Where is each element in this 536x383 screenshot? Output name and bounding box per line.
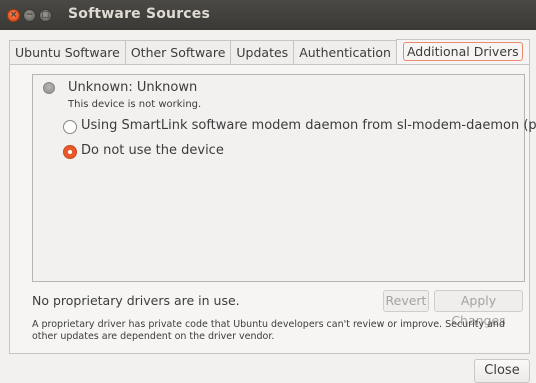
window-minimize-icon[interactable]: −	[23, 9, 36, 22]
tab-bar: Ubuntu Software Other Software Updates A…	[9, 39, 530, 65]
radio-sl-modem-daemon[interactable]	[63, 120, 77, 134]
radio-do-not-use[interactable]	[63, 145, 77, 159]
close-button[interactable]: Close	[474, 359, 530, 383]
device-name: Unknown: Unknown	[68, 80, 198, 95]
software-sources-window: × − □ Software Sources Ubuntu Software O…	[0, 0, 536, 383]
drivers-status-text: No proprietary drivers are in use.	[32, 293, 240, 308]
title-bar[interactable]: × − □ Software Sources	[0, 0, 536, 30]
radio-sl-modem-daemon-label[interactable]: Using SmartLink software modem daemon fr…	[81, 118, 536, 133]
radio-do-not-use-label[interactable]: Do not use the device	[81, 143, 224, 158]
driver-list[interactable]: Unknown: Unknown This device is not work…	[32, 74, 536, 282]
tab-other-software[interactable]: Other Software	[124, 40, 231, 64]
device-status-icon	[43, 82, 55, 94]
device-status: This device is not working.	[68, 99, 202, 110]
tab-additional-drivers-label: Additional Drivers	[402, 42, 523, 61]
apply-changes-button[interactable]: Apply Changes	[434, 290, 523, 328]
tab-authentication[interactable]: Authentication	[293, 40, 396, 64]
tab-updates[interactable]: Updates	[230, 40, 294, 64]
window-maximize-icon[interactable]: □	[39, 9, 52, 22]
tab-additional-drivers[interactable]: Additional Drivers	[395, 39, 530, 64]
window-title: Software Sources	[68, 6, 211, 22]
window-close-icon[interactable]: ×	[7, 9, 20, 22]
tab-ubuntu-software[interactable]: Ubuntu Software	[9, 40, 125, 64]
proprietary-driver-note: A proprietary driver has private code th…	[32, 319, 505, 342]
revert-button[interactable]: Revert	[383, 290, 429, 312]
